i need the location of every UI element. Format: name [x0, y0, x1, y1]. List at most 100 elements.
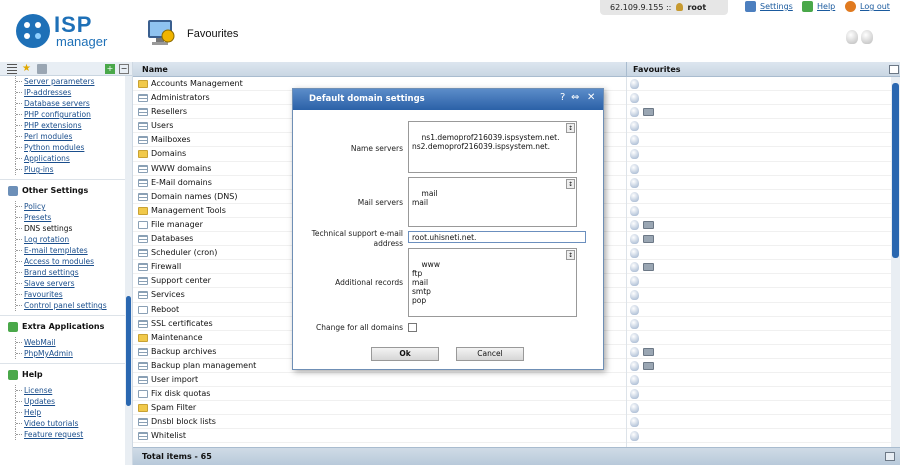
sidebar-heading-extra-applications[interactable]: Extra Applications	[0, 315, 132, 337]
help-link[interactable]: Help	[817, 2, 835, 11]
lightbulb-icon[interactable]	[630, 417, 639, 428]
mail-servers-field[interactable]: mail mail ↕	[408, 177, 577, 227]
star-icon[interactable]: ★	[22, 64, 32, 74]
lightbulb-icon[interactable]	[630, 219, 639, 230]
lightbulb-icon[interactable]	[630, 262, 639, 273]
ispmanager-logo[interactable]: ISP manager	[16, 12, 111, 52]
column-header-name[interactable]: Name	[142, 65, 168, 74]
table-row[interactable]: Fix disk quotas	[133, 387, 891, 402]
sidebar-item-python-modules[interactable]: Python modules	[0, 142, 132, 153]
cancel-button[interactable]: Cancel	[456, 347, 524, 361]
sidebar-item-ip-addresses[interactable]: IP-addresses	[0, 87, 132, 98]
briefcase-icon[interactable]	[643, 108, 654, 117]
expand-all-icon[interactable]: +	[105, 64, 115, 74]
collapse-all-icon[interactable]: −	[119, 64, 129, 74]
lightbulb-icon[interactable]	[630, 346, 639, 357]
sidebar-item-slave-servers[interactable]: Slave servers	[0, 278, 132, 289]
lightbulb-icon[interactable]	[630, 276, 639, 287]
lightbulb-icon[interactable]	[630, 374, 639, 385]
sidebar-item-feature-request[interactable]: Feature request	[0, 429, 132, 440]
sidebar-item-policy[interactable]: Policy	[0, 201, 132, 212]
table-scrollbar[interactable]	[891, 77, 900, 447]
settings-icon[interactable]	[745, 1, 756, 12]
briefcase-icon[interactable]	[643, 235, 654, 244]
lightbulb-icon[interactable]	[630, 107, 639, 118]
sidebar-item-access-to-modules[interactable]: Access to modules	[0, 256, 132, 267]
sidebar-item-email-templates[interactable]: E-mail templates	[0, 245, 132, 256]
sidebar-item-server-parameters[interactable]: Server parameters	[0, 76, 132, 87]
table-row[interactable]: User import	[133, 373, 891, 388]
table-row[interactable]: Whitelist	[133, 429, 891, 444]
lightbulb-icon[interactable]	[630, 205, 639, 216]
lightbulb-icon[interactable]	[630, 93, 639, 104]
table-row[interactable]: Spam Filter	[133, 401, 891, 416]
sidebar-item-video-tutorials[interactable]: Video tutorials	[0, 418, 132, 429]
sidebar-item-help[interactable]: Help	[0, 407, 132, 418]
column-settings-icon[interactable]	[889, 65, 899, 74]
sidebar-item-php-extensions[interactable]: PHP extensions	[0, 120, 132, 131]
name-servers-field[interactable]: ns1.demoprof216039.ispsystem.net. ns2.de…	[408, 121, 577, 173]
briefcase-icon[interactable]	[643, 220, 654, 229]
sidebar-scrollbar-thumb[interactable]	[126, 296, 131, 406]
briefcase-icon[interactable]	[37, 64, 47, 74]
field-resize-icon[interactable]: ↕	[566, 123, 575, 133]
support-email-input[interactable]: root.uhisneti.net.	[408, 231, 586, 243]
table-scrollbar-thumb[interactable]	[892, 83, 899, 258]
sidebar-item-perl-modules[interactable]: Perl modules	[0, 131, 132, 142]
sidebar-heading-help[interactable]: Help	[0, 363, 132, 385]
sidebar-item-brand-settings[interactable]: Brand settings	[0, 267, 132, 278]
sidebar-heading-other-settings[interactable]: Other Settings	[0, 179, 132, 201]
sidebar-item-control-panel-settings[interactable]: Control panel settings	[0, 300, 132, 311]
lightbulb-icon[interactable]	[630, 304, 639, 315]
briefcase-icon[interactable]	[643, 347, 654, 356]
sidebar-item-webmail[interactable]: WebMail	[0, 337, 132, 348]
maximize-icon[interactable]: ⇔	[571, 92, 579, 103]
lightbulb-icon[interactable]	[630, 403, 639, 414]
sidebar-item-dns-settings[interactable]: DNS settings	[0, 223, 132, 234]
sidebar-item-favourites[interactable]: Favourites	[0, 289, 132, 300]
lightbulb-icon[interactable]	[630, 234, 639, 245]
help-icon[interactable]: ?	[560, 92, 565, 103]
lightbulb-icon[interactable]	[630, 149, 639, 160]
sidebar-item-plug-ins[interactable]: Plug-ins	[0, 164, 132, 175]
logout-icon[interactable]	[845, 1, 856, 12]
lightbulb-icon[interactable]	[630, 431, 639, 442]
sidebar-item-license[interactable]: License	[0, 385, 132, 396]
dialog-titlebar[interactable]: Default domain settings ? ⇔ ✕	[293, 89, 603, 110]
help-icon[interactable]	[802, 1, 813, 12]
sidebar-item-php-configuration[interactable]: PHP configuration	[0, 109, 132, 120]
lightbulb-icon[interactable]	[630, 79, 639, 89]
lightbulb-icon[interactable]	[630, 177, 639, 188]
lightbulb-icon[interactable]	[630, 389, 639, 400]
lightbulb-icon[interactable]	[630, 191, 639, 202]
lightbulb-icon[interactable]	[846, 30, 858, 44]
lightbulb-icon[interactable]	[630, 360, 639, 371]
sidebar-item-database-servers[interactable]: Database servers	[0, 98, 132, 109]
lightbulb-icon[interactable]	[630, 121, 639, 132]
lightbulb-icon[interactable]	[630, 135, 639, 146]
additional-records-field[interactable]: www ftp mail smtp pop ↕	[408, 248, 577, 317]
field-resize-icon[interactable]: ↕	[566, 250, 575, 260]
ok-button[interactable]: Ok	[371, 347, 439, 361]
sidebar-scrollbar[interactable]	[125, 76, 132, 465]
briefcase-icon[interactable]	[643, 263, 654, 272]
column-header-favourites[interactable]: Favourites	[633, 65, 681, 74]
lightbulb-icon[interactable]	[861, 30, 873, 44]
table-row[interactable]: Dnsbl block lists	[133, 415, 891, 430]
sidebar-item-updates[interactable]: Updates	[0, 396, 132, 407]
list-view-icon[interactable]	[7, 64, 17, 74]
export-icon[interactable]	[885, 452, 895, 461]
briefcase-icon[interactable]	[643, 361, 654, 370]
lightbulb-icon[interactable]	[630, 318, 639, 329]
lightbulb-icon[interactable]	[630, 248, 639, 259]
sidebar-item-presets[interactable]: Presets	[0, 212, 132, 223]
sidebar-item-phpmyadmin[interactable]: PhpMyAdmin	[0, 348, 132, 359]
field-resize-icon[interactable]: ↕	[566, 179, 575, 189]
lightbulb-icon[interactable]	[630, 290, 639, 301]
sidebar-item-log-rotation[interactable]: Log rotation	[0, 234, 132, 245]
sidebar-item-applications[interactable]: Applications	[0, 153, 132, 164]
lightbulb-icon[interactable]	[630, 332, 639, 343]
lightbulb-icon[interactable]	[630, 163, 639, 174]
settings-link[interactable]: Settings	[760, 2, 793, 11]
logout-link[interactable]: Log out	[860, 2, 890, 11]
